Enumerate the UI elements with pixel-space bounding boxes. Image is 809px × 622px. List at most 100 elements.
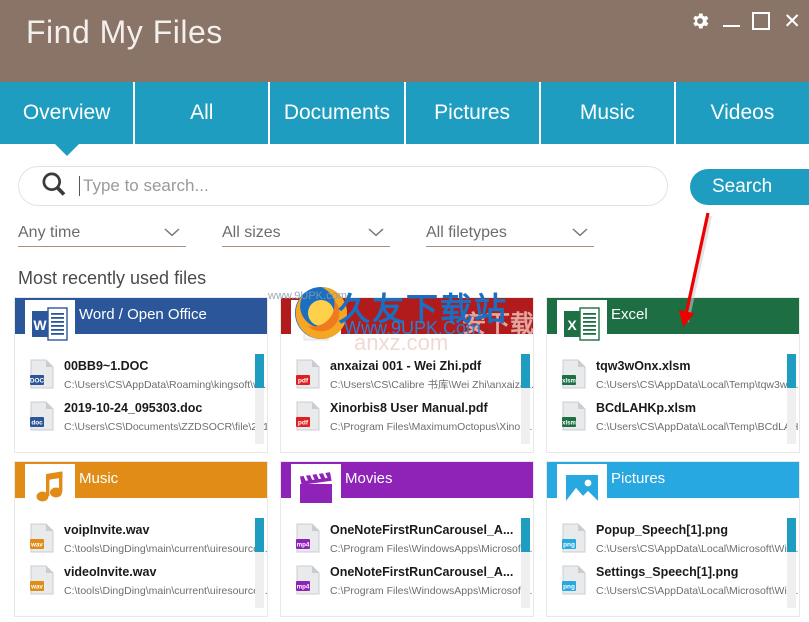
excel-icon: X [557, 300, 607, 348]
filter-filetype-value: All filetypes [426, 223, 507, 241]
tab-label: All [190, 101, 214, 124]
svg-text:mp4: mp4 [297, 542, 310, 549]
tab-label: Pictures [434, 101, 511, 124]
file-path: C:\Users\CS\Calibre 书库\Wei Zhi\anxaizai.… [330, 379, 533, 391]
list-item[interactable]: pdf anxaizai 001 - Wei Zhi.pdf C:\Users\… [281, 354, 533, 396]
list-item[interactable]: mp4 OneNoteFirstRunCarousel_A... C:\Prog… [281, 518, 533, 560]
file-png-icon: png [561, 565, 587, 595]
list-item[interactable]: png Settings_Speech[1].png C:\Users\CS\A… [547, 560, 799, 602]
tab-pictures[interactable]: Pictures [406, 82, 541, 144]
panel-file-list: DOC 00BB9~1.DOC C:\Users\CS\AppData\Roam… [15, 350, 267, 452]
file-doc-icon: DOC [29, 359, 55, 389]
file-path: C:\Program Files\MaximumOctopus\Xinorb..… [330, 421, 533, 433]
scrollbar-thumb[interactable] [787, 354, 796, 388]
file-xlsm-icon: xlsm [561, 359, 587, 389]
panel-scrollbar[interactable] [521, 518, 530, 608]
chevron-down-icon [368, 224, 384, 242]
panel-title: Movies [345, 470, 393, 487]
list-item[interactable]: wav voipInvite.wav C:\tools\DingDing\mai… [15, 518, 267, 560]
svg-text:A: A [312, 323, 320, 335]
svg-text:pdf: pdf [298, 420, 309, 427]
file-name: videoInvite.wav [64, 565, 157, 579]
filter-filetype[interactable]: All filetypes [426, 219, 594, 247]
filter-size-value: All sizes [222, 223, 281, 241]
filter-size[interactable]: All sizes [222, 219, 390, 247]
tab-overview[interactable]: Overview [0, 82, 136, 144]
clapperboard-icon [291, 464, 341, 512]
file-path: C:\Users\CS\AppData\Local\Temp\BCdLAH... [596, 421, 799, 433]
svg-text:png: png [563, 584, 575, 591]
search-placeholder: Type to search... [83, 176, 209, 195]
tab-all[interactable]: All [135, 82, 271, 144]
panel-header: W Word / Open Office [15, 298, 267, 348]
text-caret [79, 176, 80, 196]
list-item[interactable]: pdf Xinorbis8 User Manual.pdf C:\Program… [281, 396, 533, 438]
file-mp4-icon: mp4 [295, 523, 321, 553]
file-name: Popup_Speech[1].png [596, 523, 728, 537]
panel-scrollbar[interactable] [787, 518, 796, 608]
scrollbar-thumb[interactable] [255, 518, 264, 552]
word-icon: W [25, 300, 75, 348]
scrollbar-thumb[interactable] [787, 518, 796, 552]
file-path: C:\Users\CS\AppData\Local\Microsoft\Win.… [596, 543, 799, 555]
panel-scrollbar[interactable] [255, 354, 264, 444]
tab-videos[interactable]: Videos [676, 82, 809, 144]
panel-header: Pictures [547, 462, 799, 512]
panel-word[interactable]: W Word / Open Office DOC 00BB9~1.DOC C:\… [14, 297, 268, 453]
svg-text:W: W [33, 317, 47, 333]
list-item[interactable]: png Popup_Speech[1].png C:\Users\CS\AppD… [547, 518, 799, 560]
window-controls: ✕ [689, 10, 801, 32]
file-path: C:\Program Files\WindowsApps\Microsoft..… [330, 585, 533, 597]
svg-text:xlsm: xlsm [562, 379, 576, 385]
file-path: C:\tools\DingDing\main\current\uiresourc… [64, 585, 267, 597]
title-bar: Find My Files ✕ [0, 0, 809, 82]
file-name: OneNoteFirstRunCarousel_A... [330, 565, 514, 579]
list-item[interactable]: doc 2019-10-24_095303.doc C:\Users\CS\Do… [15, 396, 267, 438]
file-name: Xinorbis8 User Manual.pdf [330, 401, 488, 415]
search-input[interactable]: Type to search... [18, 166, 668, 206]
recent-files-grid: W Word / Open Office DOC 00BB9~1.DOC C:\… [14, 297, 800, 619]
svg-text:wav: wav [30, 584, 43, 591]
list-item[interactable]: DOC 00BB9~1.DOC C:\Users\CS\AppData\Roam… [15, 354, 267, 396]
file-name: tqw3wOnx.xlsm [596, 359, 691, 373]
tab-documents[interactable]: Documents [270, 82, 406, 144]
file-path: C:\Users\CS\AppData\Local\Temp\tqw3wO... [596, 379, 799, 391]
panel-excel[interactable]: X Excel xlsm tqw3wOnx.xlsm C:\Users\CS\A… [546, 297, 800, 453]
scrollbar-thumb[interactable] [255, 354, 264, 388]
filter-row: Any time All sizes All filetypes [18, 219, 798, 251]
tab-music[interactable]: Music [541, 82, 676, 144]
panel-scrollbar[interactable] [255, 518, 264, 608]
chevron-down-icon [572, 224, 588, 242]
minimize-icon[interactable] [722, 13, 741, 29]
file-path: C:\tools\DingDing\main\current\uiresourc… [64, 543, 267, 555]
list-item[interactable]: wav videoInvite.wav C:\tools\DingDing\ma… [15, 560, 267, 602]
maximize-icon[interactable] [752, 12, 771, 30]
file-wav-icon: wav [29, 565, 55, 595]
panel-header: A [281, 298, 533, 348]
filter-time[interactable]: Any time [18, 219, 186, 247]
panel-pdf[interactable]: A pdf anxaizai 001 - Wei Zhi.pdf C:\User… [280, 297, 534, 453]
panel-file-list: mp4 OneNoteFirstRunCarousel_A... C:\Prog… [281, 514, 533, 616]
list-item[interactable]: xlsm tqw3wOnx.xlsm C:\Users\CS\AppData\L… [547, 354, 799, 396]
scrollbar-thumb[interactable] [521, 518, 530, 552]
search-button[interactable]: Search [690, 169, 809, 205]
panel-movies[interactable]: Movies mp4 OneNoteFirstRunCarousel_A... [280, 461, 534, 617]
panel-file-list: pdf anxaizai 001 - Wei Zhi.pdf C:\Users\… [281, 350, 533, 452]
file-mp4-icon: mp4 [295, 565, 321, 595]
svg-text:mp4: mp4 [297, 584, 310, 591]
gear-icon[interactable] [689, 10, 711, 32]
list-item[interactable]: xlsm BCdLAHKp.xlsm C:\Users\CS\AppData\L… [547, 396, 799, 438]
file-name: anxaizai 001 - Wei Zhi.pdf [330, 359, 482, 373]
panel-scrollbar[interactable] [521, 354, 530, 444]
file-path: C:\Program Files\WindowsApps\Microsoft..… [330, 543, 533, 555]
close-icon[interactable]: ✕ [783, 11, 801, 32]
panel-pictures[interactable]: Pictures png Popup_Speech[1].png C:\User… [546, 461, 800, 617]
svg-text:X: X [567, 317, 577, 333]
panel-music[interactable]: Music wav voipInvite.wav C:\tools\DingDi… [14, 461, 268, 617]
list-item[interactable]: mp4 OneNoteFirstRunCarousel_A... C:\Prog… [281, 560, 533, 602]
scrollbar-thumb[interactable] [521, 354, 530, 388]
file-path: C:\Users\CS\AppData\Roaming\kingsoft\w..… [64, 379, 267, 391]
panel-header: Movies [281, 462, 533, 512]
panel-scrollbar[interactable] [787, 354, 796, 444]
music-note-icon [25, 464, 75, 512]
